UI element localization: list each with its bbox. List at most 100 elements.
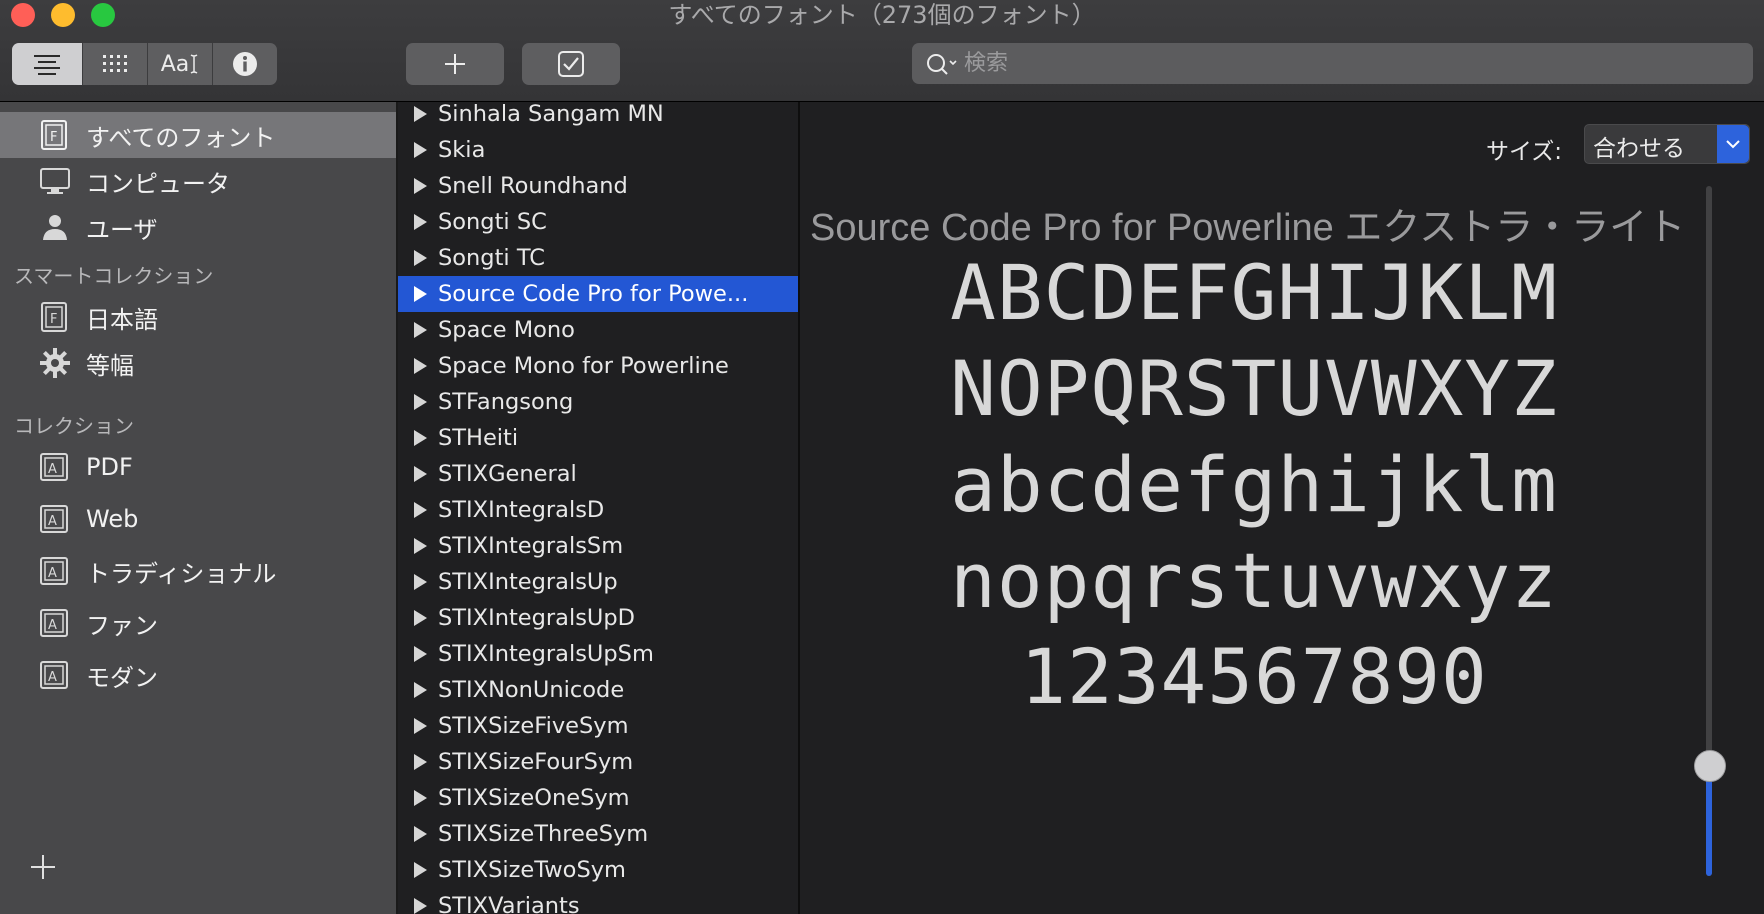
sidebar-item-label: すべてのフォント: [86, 123, 276, 152]
list-view-button[interactable]: [12, 43, 83, 85]
disclosure-triangle-icon[interactable]: [414, 718, 427, 734]
disclosure-triangle-icon[interactable]: [414, 322, 427, 338]
font-name: STIXSizeFourSym: [438, 749, 634, 775]
info-view-button[interactable]: [213, 43, 277, 85]
search-field[interactable]: [912, 43, 1753, 84]
font-list-item[interactable]: Snell Roundhand: [398, 168, 798, 204]
user-icon: [38, 210, 72, 244]
font-list-item[interactable]: STHeiti: [398, 420, 798, 456]
font-name: Songti TC: [438, 245, 545, 271]
svg-text:A: A: [48, 618, 57, 633]
font-list-item[interactable]: STIXSizeFourSym: [398, 744, 798, 780]
window-titlebar: すべてのフォント（273個のフォント） Aa: [0, 0, 1764, 102]
disclosure-triangle-icon[interactable]: [414, 754, 427, 770]
disclosure-triangle-icon[interactable]: [414, 142, 427, 158]
sidebar-item-japanese[interactable]: F 日本語: [0, 294, 396, 340]
info-icon: [233, 52, 257, 76]
sample-text-button[interactable]: Aa: [148, 43, 213, 85]
font-list-item[interactable]: STIXIntegralsSm: [398, 528, 798, 564]
size-label: サイズ:: [1486, 139, 1563, 165]
add-font-button[interactable]: [406, 43, 504, 85]
font-list-item[interactable]: STIXSizeThreeSym: [398, 816, 798, 852]
font-name: STIXSizeThreeSym: [438, 821, 649, 847]
collection-icon: A: [38, 658, 72, 692]
font-list-item[interactable]: STIXIntegralsUpD: [398, 600, 798, 636]
font-name: STHeiti: [438, 425, 519, 451]
font-name: STIXVariants: [438, 893, 580, 914]
size-select[interactable]: 合わせる: [1584, 124, 1750, 164]
svg-text:A: A: [48, 462, 57, 477]
font-name: Skia: [438, 137, 486, 163]
disclosure-triangle-icon[interactable]: [414, 538, 427, 554]
disclosure-triangle-icon[interactable]: [414, 682, 427, 698]
font-list-item[interactable]: STIXNonUnicode: [398, 672, 798, 708]
disclosure-triangle-icon[interactable]: [414, 394, 427, 410]
font-list-item[interactable]: Sinhala Sangam MN: [398, 102, 798, 132]
font-book-icon: F: [38, 118, 72, 152]
add-collection-button[interactable]: [26, 850, 60, 884]
font-list-item[interactable]: STIXIntegralsUp: [398, 564, 798, 600]
sidebar-item-fun[interactable]: A ファン: [0, 600, 396, 646]
disclosure-triangle-icon[interactable]: [414, 286, 427, 302]
size-slider-knob[interactable]: [1694, 750, 1726, 782]
disclosure-triangle-icon[interactable]: [414, 430, 427, 446]
window-title: すべてのフォント（273個のフォント）: [668, 1, 1096, 29]
font-name: STIXIntegralsUpD: [438, 605, 636, 631]
disclosure-triangle-icon[interactable]: [414, 574, 427, 590]
disclosure-triangle-icon[interactable]: [414, 826, 427, 842]
sidebar-item-monospace[interactable]: 等幅: [0, 340, 396, 386]
font-list-item[interactable]: Songti TC: [398, 240, 798, 276]
font-list-item[interactable]: STFangsong: [398, 384, 798, 420]
chevron-down-icon[interactable]: [1717, 125, 1749, 163]
disclosure-triangle-icon[interactable]: [414, 250, 427, 266]
disclosure-triangle-icon[interactable]: [414, 466, 427, 482]
sidebar-item-label: 日本語: [86, 305, 158, 334]
sidebar-item-traditional[interactable]: A トラディショナル: [0, 548, 396, 594]
disclosure-triangle-icon[interactable]: [414, 862, 427, 878]
sidebar-item-label: Web: [86, 505, 139, 533]
font-list-item[interactable]: Space Mono: [398, 312, 798, 348]
font-list-item[interactable]: STIXIntegralsD: [398, 492, 798, 528]
sidebar-item-modern[interactable]: A モダン: [0, 652, 396, 698]
font-name: STIXSizeOneSym: [438, 785, 630, 811]
font-list-item[interactable]: STIXVariants: [398, 888, 798, 914]
disclosure-triangle-icon[interactable]: [414, 610, 427, 626]
grid-view-button[interactable]: [83, 43, 148, 85]
disclosure-triangle-icon[interactable]: [414, 502, 427, 518]
font-list-item[interactable]: STIXSizeOneSym: [398, 780, 798, 816]
sample-line-lowercase-2: nopqrstuvwxyz: [950, 536, 1558, 625]
font-list-item[interactable]: STIXSizeTwoSym: [398, 852, 798, 888]
disclosure-triangle-icon[interactable]: [414, 358, 427, 374]
svg-text:A: A: [48, 566, 57, 581]
plus-icon: [445, 54, 465, 74]
sidebar-item-web[interactable]: A Web: [0, 496, 396, 542]
disclosure-triangle-icon[interactable]: [414, 106, 427, 122]
sidebar-item-all-fonts[interactable]: F すべてのフォント: [0, 112, 396, 158]
sidebar-item-user[interactable]: ユーザ: [0, 204, 396, 250]
sidebar-item-pdf[interactable]: A PDF: [0, 444, 396, 490]
font-list-item[interactable]: STIXSizeFiveSym: [398, 708, 798, 744]
font-list-item-selected[interactable]: Source Code Pro for Powe...: [398, 276, 798, 312]
font-book-icon: F: [38, 300, 72, 334]
sidebar-item-label: モダン: [86, 663, 158, 692]
disclosure-triangle-icon[interactable]: [414, 214, 427, 230]
font-list-item[interactable]: STIXGeneral: [398, 456, 798, 492]
disclosure-triangle-icon[interactable]: [414, 790, 427, 806]
font-name: STIXSizeTwoSym: [438, 857, 626, 883]
font-list-item[interactable]: Skia: [398, 132, 798, 168]
sidebar-item-label: ファン: [86, 611, 158, 640]
font-list-item[interactable]: Songti SC: [398, 204, 798, 240]
font-list-item[interactable]: Space Mono for Powerline: [398, 348, 798, 384]
sample-text-label: Aa: [160, 51, 190, 77]
collections-header: コレクション: [14, 414, 134, 438]
sidebar-item-label: 等幅: [86, 351, 134, 380]
disclosure-triangle-icon[interactable]: [414, 646, 427, 662]
search-input[interactable]: [960, 51, 1728, 76]
enable-font-button[interactable]: [522, 43, 620, 85]
disclosure-triangle-icon[interactable]: [414, 178, 427, 194]
disclosure-triangle-icon[interactable]: [414, 898, 427, 914]
font-list-item[interactable]: STIXIntegralsUpSm: [398, 636, 798, 672]
sidebar-item-computer[interactable]: コンピュータ: [0, 158, 396, 204]
sidebar-item-label: トラディショナル: [86, 559, 277, 588]
font-name: Space Mono for Powerline: [438, 353, 729, 379]
